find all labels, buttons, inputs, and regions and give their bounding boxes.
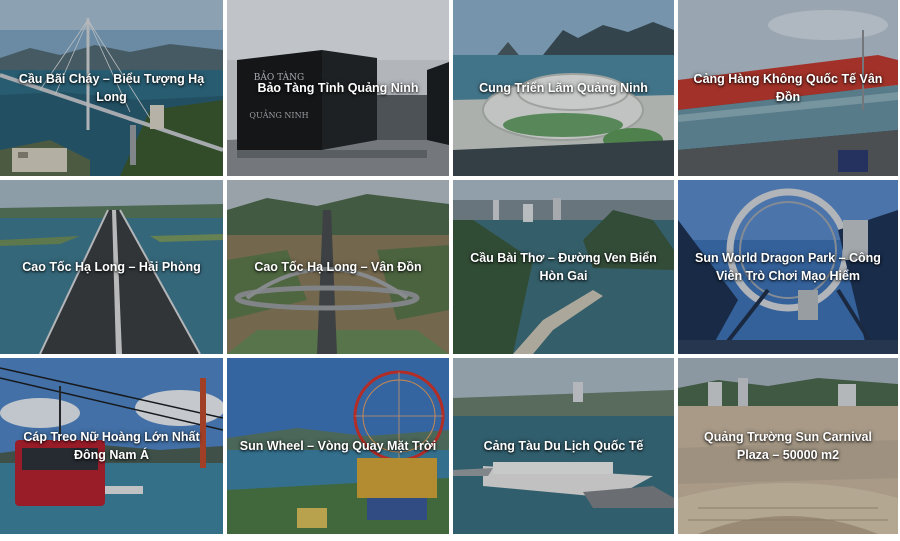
gallery-tile-bai-tho-bridge[interactable]: Cầu Bài Thơ – Đường Ven Biển Hòn Gai	[453, 180, 674, 354]
gallery-tile-sun-world-dragon-park[interactable]: Sun World Dragon Park – Công Viên Trò Ch…	[678, 180, 898, 354]
tile-caption: Cảng Hàng Không Quốc Tế Vân Đồn	[693, 72, 883, 104]
tile-caption: Cầu Bãi Cháy – Biểu Tượng Hạ Long	[18, 72, 205, 104]
tile-caption: Bảo Tàng Tỉnh Quảng Ninh	[257, 81, 419, 95]
tile-caption: Cảng Tàu Du Lịch Quốc Tế	[483, 439, 644, 453]
tile-caption: Cáp Treo Nữ Hoàng Lớn Nhất Đông Nam Á	[23, 430, 200, 462]
gallery-tile-sun-carnival-plaza[interactable]: Quảng Trường Sun Carnival Plaza – 50000 …	[678, 358, 898, 534]
tile-caption: Sun World Dragon Park – Công Viên Trò Ch…	[695, 251, 881, 283]
gallery-tile-exhibition-palace[interactable]: Cung Triển Lãm Quảng Ninh	[453, 0, 674, 176]
gallery-tile-bai-chay-bridge[interactable]: Cầu Bãi Cháy – Biểu Tượng Hạ Long	[0, 0, 223, 176]
gallery-tile-queen-cable-car[interactable]: Cáp Treo Nữ Hoàng Lớn Nhất Đông Nam Á	[0, 358, 223, 534]
gallery-tile-van-don-airport[interactable]: Cảng Hàng Không Quốc Tế Vân Đồn	[678, 0, 898, 176]
gallery-tile-cruise-port[interactable]: Cảng Tàu Du Lịch Quốc Tế	[453, 358, 674, 534]
tile-caption: Quảng Trường Sun Carnival Plaza – 50000 …	[704, 430, 872, 462]
tile-caption: Cao Tốc Hạ Long – Vân Đồn	[254, 260, 422, 274]
tile-caption: Sun Wheel – Vòng Quay Mặt Trời	[239, 439, 437, 453]
tile-caption: Cao Tốc Hạ Long – Hải Phòng	[22, 260, 201, 274]
gallery-tile-quang-ninh-museum[interactable]: BẢO TÀNG QUẢNG NINH Bảo Tàng Tỉnh Quảng …	[227, 0, 449, 176]
gallery-tile-ha-long-hai-phong-expressway[interactable]: Cao Tốc Hạ Long – Hải Phòng	[0, 180, 223, 354]
gallery-tile-ha-long-van-don-expressway[interactable]: Cao Tốc Hạ Long – Vân Đồn	[227, 180, 449, 354]
tile-caption: Cầu Bài Thơ – Đường Ven Biển Hòn Gai	[470, 251, 657, 283]
gallery-tile-sun-wheel[interactable]: Sun Wheel – Vòng Quay Mặt Trời	[227, 358, 449, 534]
photo-gallery-grid: Cầu Bãi Cháy – Biểu Tượng Hạ Long BẢO TÀ…	[0, 0, 900, 541]
tile-caption: Cung Triển Lãm Quảng Ninh	[479, 81, 648, 95]
